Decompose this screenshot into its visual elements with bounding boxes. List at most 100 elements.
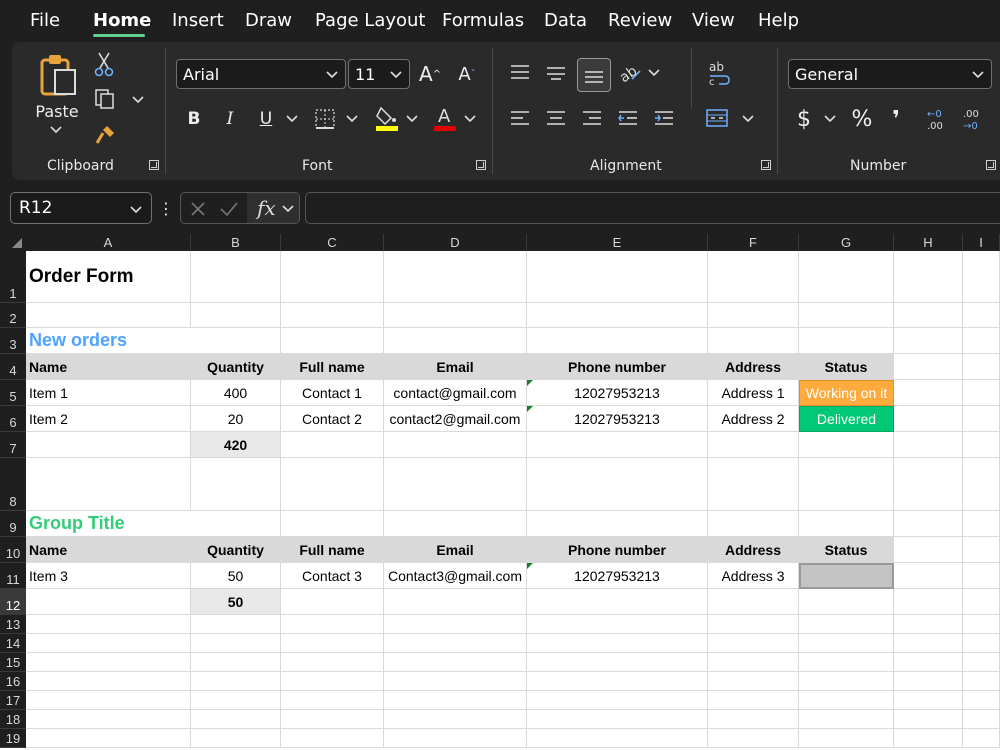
column-header-h[interactable]: H [894,234,963,251]
cell-d17[interactable] [384,691,527,710]
align-top-icon[interactable] [506,58,534,86]
menu-insert[interactable]: Insert [172,10,224,31]
cell-f7[interactable] [708,432,799,458]
row-header-17[interactable]: 17 [0,691,26,710]
borders-icon[interactable] [312,104,338,134]
cell-h10[interactable] [894,537,963,563]
cell-c18[interactable] [281,710,384,729]
percent-button[interactable]: % [848,104,876,134]
cell-e3[interactable] [527,328,708,354]
cell-e6[interactable]: 12027953213 [527,406,708,432]
cell-h7[interactable] [894,432,963,458]
cell-f12[interactable] [708,589,799,615]
currency-chevron-icon[interactable] [822,112,838,126]
wrap-text-icon[interactable]: ab c [704,58,734,88]
row-header-8[interactable]: 8 [0,458,26,511]
cell-f11[interactable]: Address 3 [708,563,799,589]
cell-g17[interactable] [799,691,894,710]
cell-h16[interactable] [894,672,963,691]
increase-font-size-icon[interactable]: A ^ [415,59,445,89]
cell-b13[interactable] [191,615,281,634]
cell-i11[interactable] [963,563,1000,589]
group-title-group-title[interactable]: Group Title [26,511,191,537]
cell-d13[interactable] [384,615,527,634]
copy-icon[interactable] [92,86,118,112]
cell-i15[interactable] [963,653,1000,672]
cell-c12[interactable] [281,589,384,615]
cell-f13[interactable] [708,615,799,634]
cell-e12[interactable] [527,589,708,615]
row-header-9[interactable]: 9 [0,511,26,537]
cell-f3[interactable] [708,328,799,354]
cell-i16[interactable] [963,672,1000,691]
cell-f9[interactable] [708,511,799,537]
cell-d19[interactable] [384,729,527,748]
cell-i7[interactable] [963,432,1000,458]
row-header-7[interactable]: 7 [0,432,26,458]
cell-a17[interactable] [26,691,191,710]
cell-d6[interactable]: contact2@gmail.com [384,406,527,432]
cell-g8[interactable] [799,458,894,511]
cell-d11[interactable]: Contact3@gmail.com [384,563,527,589]
cell-b15[interactable] [191,653,281,672]
borders-chevron-icon[interactable] [344,112,360,126]
cell-c3[interactable] [281,328,384,354]
cell-b6[interactable]: 20 [191,406,281,432]
cell-f15[interactable] [708,653,799,672]
cell-g3[interactable] [799,328,894,354]
cell-f1[interactable] [708,251,799,303]
cell-b19[interactable] [191,729,281,748]
cut-icon[interactable] [92,50,116,78]
row-header-18[interactable]: 18 [0,710,26,729]
cell-i12[interactable] [963,589,1000,615]
column-header-e[interactable]: E [527,234,708,251]
cell-d12[interactable] [384,589,527,615]
menu-formulas[interactable]: Formulas [442,10,524,31]
cell-d2[interactable] [384,303,527,328]
fill-color-icon[interactable] [374,102,400,134]
row-header-10[interactable]: 10 [0,537,26,563]
formula-input[interactable] [305,192,1000,224]
cell-d8[interactable] [384,458,527,511]
cell-d16[interactable] [384,672,527,691]
column-header-g[interactable]: G [799,234,894,251]
cell-i17[interactable] [963,691,1000,710]
align-bottom-icon[interactable] [577,58,611,92]
cell-a6[interactable]: Item 2 [26,406,191,432]
cell-i18[interactable] [963,710,1000,729]
status-badge[interactable]: Working on it [799,380,894,406]
cancel-icon[interactable] [189,200,207,218]
cell-a7[interactable] [26,432,191,458]
cell-g16[interactable] [799,672,894,691]
paste-icon[interactable] [36,50,80,100]
cell-h2[interactable] [894,303,963,328]
cell-b1[interactable] [191,251,281,303]
cell-e14[interactable] [527,634,708,653]
enter-check-icon[interactable] [219,200,239,218]
row-header-1[interactable]: 1 [0,251,26,303]
cell-i14[interactable] [963,634,1000,653]
currency-button[interactable]: $ [792,104,816,134]
cell-d3[interactable] [384,328,527,354]
cell-d1[interactable] [384,251,527,303]
cell-b18[interactable] [191,710,281,729]
cell-i1[interactable] [963,251,1000,303]
orientation-icon[interactable]: ab [616,58,644,86]
cell-e16[interactable] [527,672,708,691]
row-header-4[interactable]: 4 [0,354,26,380]
decrease-indent-icon[interactable] [614,104,642,132]
cell-e2[interactable] [527,303,708,328]
cell-e5[interactable]: 12027953213 [527,380,708,406]
cell-g2[interactable] [799,303,894,328]
cell-c9[interactable] [281,511,384,537]
cell-g19[interactable] [799,729,894,748]
menu-help[interactable]: Help [758,10,799,31]
group-title-new-orders[interactable]: New orders [26,328,191,354]
cell-b3[interactable] [191,328,281,354]
menu-draw[interactable]: Draw [245,10,292,31]
cell-c13[interactable] [281,615,384,634]
cell-i2[interactable] [963,303,1000,328]
cell-c6[interactable]: Contact 2 [281,406,384,432]
cell-h3[interactable] [894,328,963,354]
row-header-2[interactable]: 2 [0,303,26,328]
